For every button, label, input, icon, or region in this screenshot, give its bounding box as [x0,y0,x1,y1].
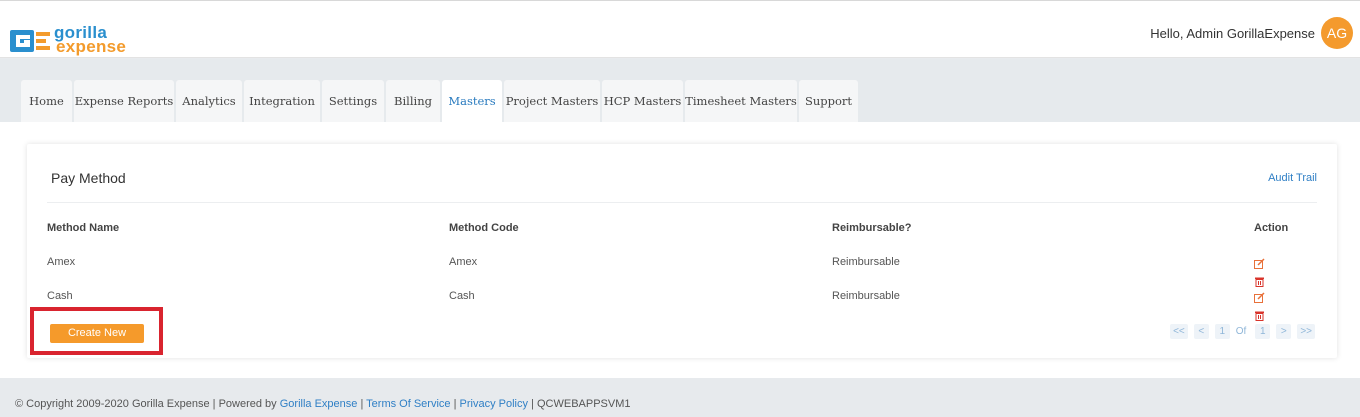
greeting-text: Hello, Admin GorillaExpense [1150,26,1315,41]
delete-icon[interactable] [1254,308,1265,321]
cell-method-name: Cash [47,290,73,302]
delete-icon[interactable] [1254,274,1265,287]
tab-masters[interactable]: Masters [442,80,502,122]
pay-method-card: Pay Method Audit Trail Method Name Metho… [27,144,1337,358]
top-header: gorilla expense Hello, Admin GorillaExpe… [0,0,1360,58]
tab-project-masters[interactable]: Project Masters [504,80,600,122]
privacy-link[interactable]: Privacy Policy [460,398,528,410]
column-header-action: Action [1254,222,1289,234]
tab-expense-reports[interactable]: Expense Reports [74,80,174,122]
row-actions [1254,290,1278,321]
create-new-button[interactable]: Create New [50,324,144,343]
separator: | [531,398,534,410]
tab-home[interactable]: Home [21,80,72,122]
first-page-button[interactable]: << [1170,324,1188,339]
tab-hcp-masters[interactable]: HCP Masters [602,80,683,122]
main-nav-tabs: Home Expense Reports Analytics Integrati… [0,59,1360,122]
prev-page-button[interactable]: < [1193,324,1209,339]
column-header-reimbursable: Reimbursable? [832,222,912,234]
divider [47,202,1317,203]
separator: | [360,398,364,410]
server-name: QCWEBAPPSVM1 [536,398,631,410]
cell-reimbursable: Reimbursable [832,290,900,302]
last-page-button[interactable]: >> [1297,324,1315,339]
footer: © Copyright 2009-2020 Gorilla Expense | … [0,378,1360,417]
tab-support[interactable]: Support [799,80,858,122]
of-label: Of [1235,326,1247,337]
pagination: << <1 Of 1 > >> [1164,321,1315,339]
user-avatar[interactable]: AG [1321,17,1353,49]
cell-reimbursable: Reimbursable [832,256,900,268]
total-pages: 1 [1255,324,1271,339]
column-header-method-name: Method Name [47,222,120,234]
separator: | [453,398,457,410]
column-header-method-code: Method Code [449,222,519,234]
logo-mark-icon [10,30,50,52]
tab-timesheet-masters[interactable]: Timesheet Masters [685,80,797,122]
copyright-text: © Copyright 2009-2020 Gorilla Expense | … [15,398,277,410]
logo-wordmark: gorilla expense [54,24,127,56]
content-area: Pay Method Audit Trail Method Name Metho… [0,122,1360,378]
next-page-button[interactable]: > [1276,324,1292,339]
terms-link[interactable]: Terms Of Service [366,398,450,410]
footer-line: © Copyright 2009-2020 Gorilla Expense | … [15,398,631,410]
current-page[interactable]: 1 [1214,324,1230,339]
tab-analytics[interactable]: Analytics [176,80,242,122]
cell-method-code: Amex [449,256,478,268]
gorilla-expense-link[interactable]: Gorilla Expense [280,398,358,410]
gorilla-expense-logo[interactable]: gorilla expense [10,24,135,58]
edit-icon[interactable] [1254,256,1265,269]
audit-trail-link[interactable]: Audit Trail [1268,172,1317,184]
cell-method-name: Amex [47,256,76,268]
tab-integration[interactable]: Integration [244,80,320,122]
highlight-box: Create New [30,307,163,355]
edit-icon[interactable] [1254,290,1265,303]
row-actions [1254,256,1278,287]
page-title: Pay Method [51,170,126,186]
logo-word-2: expense [56,37,127,56]
tab-settings[interactable]: Settings [322,80,384,122]
tab-billing[interactable]: Billing [386,80,440,122]
cell-method-code: Cash [449,290,475,302]
